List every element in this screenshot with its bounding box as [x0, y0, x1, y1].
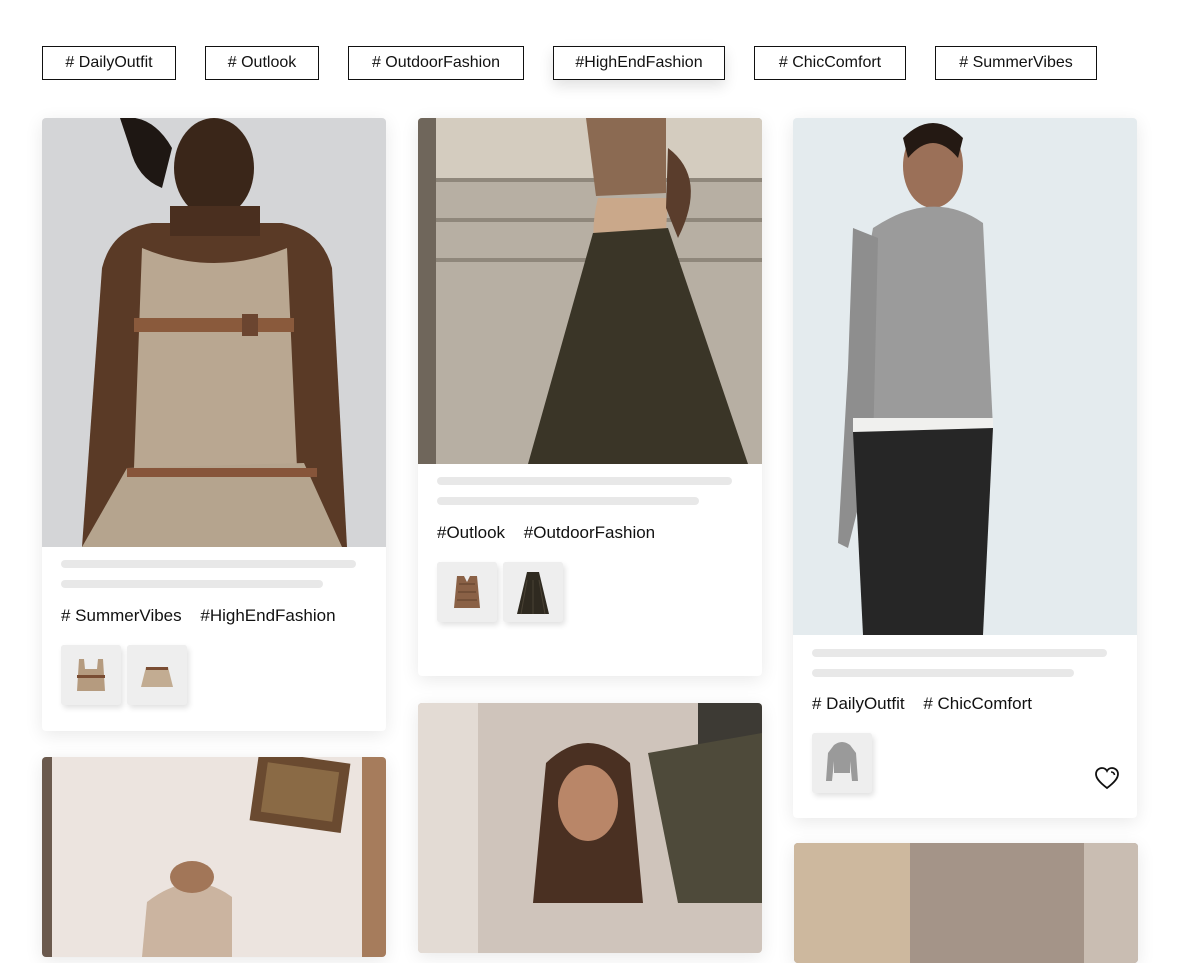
text-skeleton-line: [437, 497, 699, 505]
knit-vest-thumb[interactable]: [437, 562, 497, 622]
outfit-card[interactable]: [42, 757, 386, 957]
outfit-photo[interactable]: [418, 703, 762, 953]
outfit-card[interactable]: # SummerVibes #HighEndFashion: [42, 118, 386, 731]
heart-icon[interactable]: [1093, 764, 1121, 792]
tag-filter-summer-vibes[interactable]: # SummerVibes: [935, 46, 1097, 80]
hashtag-link[interactable]: # DailyOutfit: [812, 694, 905, 713]
text-skeleton-line: [437, 477, 732, 485]
outfit-photo[interactable]: [418, 118, 762, 464]
hashtag-link[interactable]: #HighEndFashion: [200, 606, 335, 625]
tag-filter-outdoor-fashion[interactable]: # OutdoorFashion: [348, 46, 524, 80]
outfit-card[interactable]: [794, 843, 1138, 963]
card-hashtags: # DailyOutfit # ChicComfort: [812, 694, 1046, 714]
tag-filter-high-end-fashion[interactable]: #HighEndFashion: [553, 46, 725, 80]
grey-knit-hoodie-thumb[interactable]: [812, 733, 872, 793]
outfit-card[interactable]: #Outlook #OutdoorFashion: [418, 118, 762, 676]
hashtag-link[interactable]: #OutdoorFashion: [524, 523, 655, 542]
pleated-skirt-thumb[interactable]: [127, 645, 187, 705]
hashtag-link[interactable]: # SummerVibes: [61, 606, 182, 625]
outfit-card[interactable]: [418, 703, 762, 953]
text-skeleton-line: [812, 649, 1107, 657]
text-skeleton-line: [61, 580, 323, 588]
text-skeleton-line: [812, 669, 1074, 677]
card-hashtags: # SummerVibes #HighEndFashion: [61, 606, 350, 626]
outfit-photo[interactable]: [793, 118, 1137, 635]
hashtag-link[interactable]: # ChicComfort: [923, 694, 1032, 713]
hashtag-link[interactable]: #Outlook: [437, 523, 505, 542]
tag-filter-chic-comfort[interactable]: # ChicComfort: [754, 46, 906, 80]
outfit-photo[interactable]: [42, 757, 386, 957]
maxi-skirt-thumb[interactable]: [503, 562, 563, 622]
outfit-photo[interactable]: [794, 843, 1138, 963]
text-skeleton-line: [61, 560, 356, 568]
tank-top-thumb[interactable]: [61, 645, 121, 705]
card-hashtags: #Outlook #OutdoorFashion: [437, 523, 669, 543]
tag-filter-daily-outfit[interactable]: # DailyOutfit: [42, 46, 176, 80]
tag-filter-outlook[interactable]: # Outlook: [205, 46, 319, 80]
outfit-photo[interactable]: [42, 118, 386, 547]
outfit-card[interactable]: # DailyOutfit # ChicComfort: [793, 118, 1137, 818]
